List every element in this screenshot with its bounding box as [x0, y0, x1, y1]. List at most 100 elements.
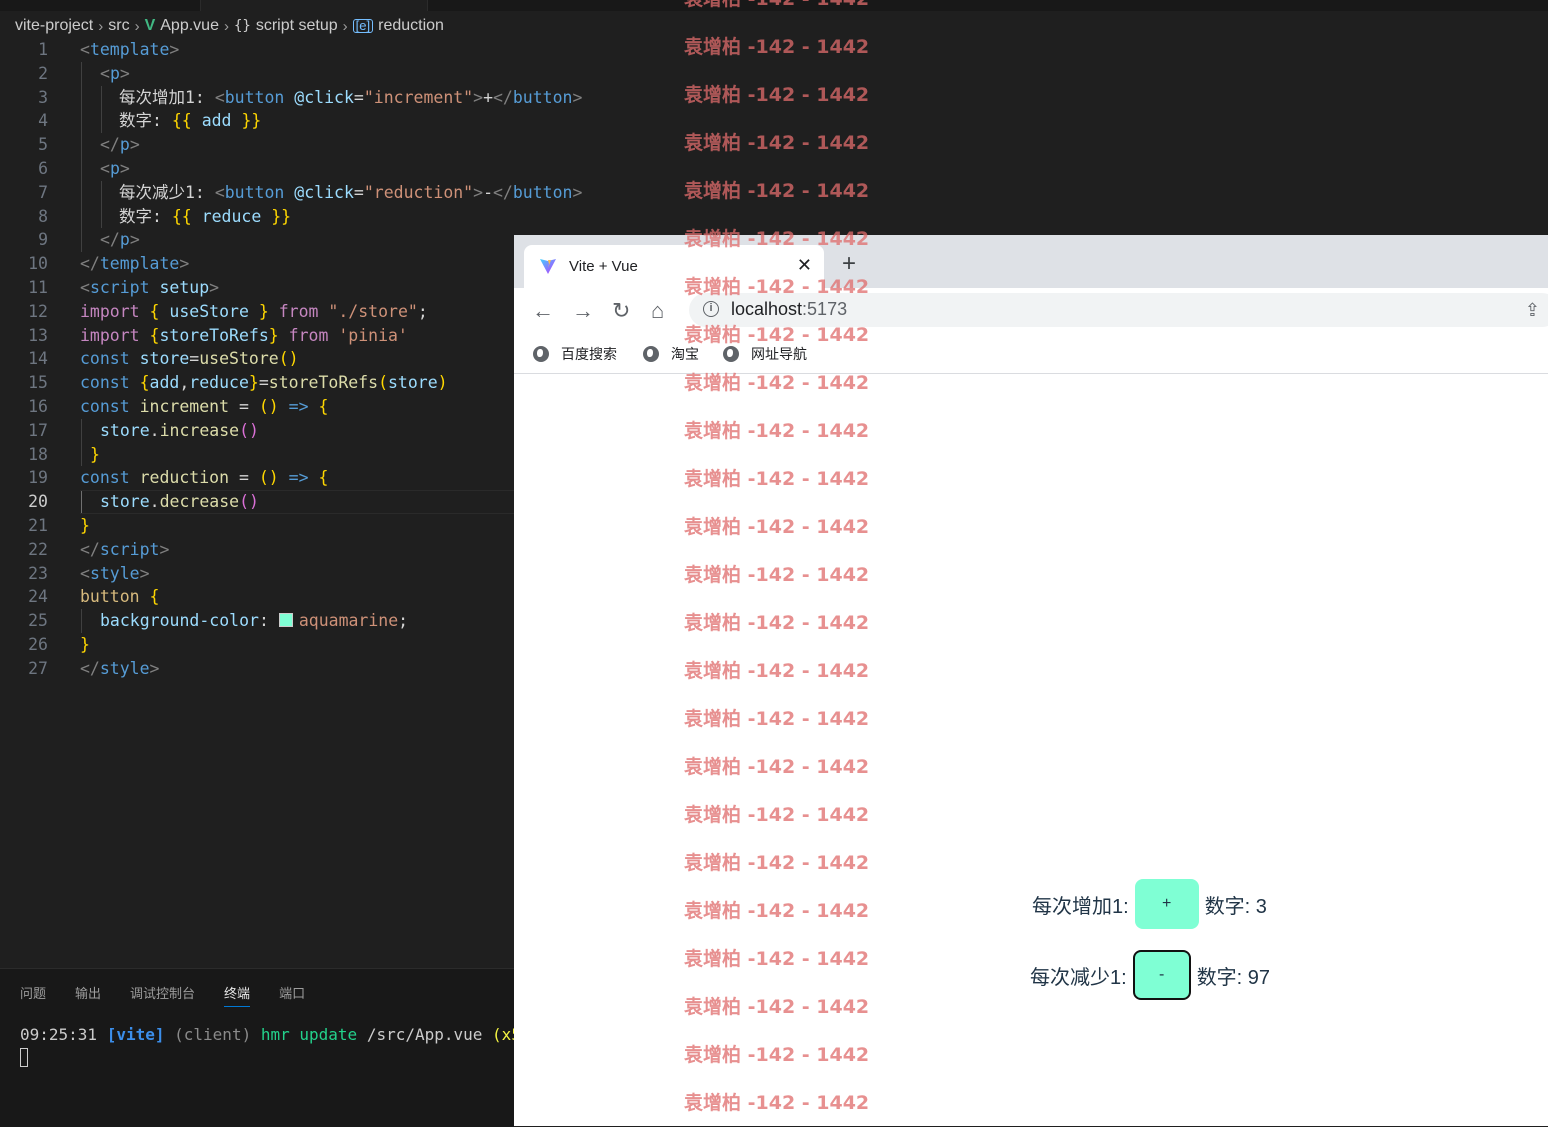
line-number: 9 — [38, 230, 48, 250]
code-line[interactable]: 19 const reduction = () => { — [0, 466, 514, 490]
code-line[interactable]: 14 const store=useStore() — [0, 347, 514, 371]
code-line[interactable]: 5 </p> — [0, 133, 514, 157]
code-line[interactable]: 2 <p> — [0, 61, 514, 86]
line-number: 2 — [38, 63, 48, 83]
reduction-row: 每次减少1: - 数字: 97 — [1030, 950, 1270, 1000]
line-number: 25 — [28, 611, 48, 631]
bookmark-item[interactable]: 百度搜索 — [533, 344, 617, 364]
line-number: 5 — [38, 135, 48, 155]
line-number: 18 — [28, 444, 48, 464]
browser-toolbar: ← → ↻ ⌂ i localhost:5173 ⇪ — [514, 288, 1548, 334]
panel-tabs: 问题 输出 调试控制台 终端 端口 — [0, 979, 314, 1007]
line-number: 3 — [38, 87, 48, 107]
code-line[interactable]: 11 <script setup> — [0, 276, 514, 300]
reduction-label: 每次减少1: — [1030, 966, 1127, 989]
bookmark-item[interactable]: 淘宝 — [643, 344, 699, 364]
variable-icon: [e] — [352, 19, 374, 33]
breadcrumb-item-symbol[interactable]: reduction — [378, 17, 444, 35]
code-line[interactable]: 23 <style> — [0, 562, 514, 586]
address-bar[interactable]: i localhost:5173 — [689, 293, 1548, 327]
code-line[interactable]: 15 const {add,reduce}=storeToRefs(store) — [0, 371, 514, 395]
share-icon[interactable]: ⇪ — [1525, 300, 1540, 321]
code-line[interactable]: 16 const increment = () => { — [0, 395, 514, 419]
code-line[interactable]: 8 数字: {{ reduce }} — [0, 204, 514, 229]
code-line[interactable]: 21} — [0, 514, 514, 538]
line-number: 20 — [28, 492, 48, 512]
color-swatch-icon[interactable] — [278, 613, 293, 628]
code-line[interactable]: 24 button { — [0, 585, 514, 609]
line-number: 21 — [28, 515, 48, 535]
code-line[interactable]: 22 </script> — [0, 538, 514, 562]
line-number: 27 — [28, 658, 48, 678]
breadcrumb-item-file[interactable]: App.vue — [160, 17, 219, 35]
line-number: 4 — [38, 111, 48, 131]
page-content: 每次增加1: + 数字: 3 每次减少1: - 数字: 97 — [514, 374, 1548, 1126]
url-text[interactable]: localhost:5173 — [731, 299, 847, 320]
code-line[interactable]: 25 background-color: aquamarine; — [0, 609, 514, 633]
braces-icon: {} — [233, 18, 251, 34]
line-number: 12 — [28, 301, 48, 321]
breadcrumb-item-project[interactable]: vite-project — [15, 17, 93, 35]
breadcrumb-item-script[interactable]: script setup — [256, 17, 338, 35]
home-icon[interactable]: ⌂ — [651, 298, 664, 324]
code-line[interactable]: 26} — [0, 633, 514, 657]
editor-tab[interactable] — [200, 0, 428, 11]
bookmark-item[interactable]: 网址导航 — [723, 344, 807, 364]
code-line[interactable]: 12 import { useStore } from "./store"; — [0, 300, 514, 324]
browser-tab-strip: Vite + Vue ✕ + — [514, 235, 1548, 288]
code-line[interactable]: 7 每次减少1: <button @click="reduction">-</bu… — [0, 180, 582, 205]
vue-icon: V — [144, 17, 156, 34]
code-line[interactable]: 6 <p> — [0, 156, 514, 181]
increment-label: 每次增加1: — [1032, 895, 1129, 918]
reload-icon[interactable]: ↻ — [612, 298, 630, 324]
tab-debug-console[interactable]: 调试控制台 — [130, 979, 195, 1007]
back-arrow-icon[interactable]: ← — [532, 298, 554, 324]
terminal-cursor — [20, 1048, 28, 1067]
breadcrumb: vite-project › src › V App.vue › {} scri… — [0, 12, 1548, 40]
code-area[interactable]: 1 <template> 2 <p> 3 每次增加1: <button @click=… — [0, 38, 582, 681]
code-line[interactable]: 27 </style> — [0, 657, 514, 681]
code-line[interactable]: 10 </template> — [0, 252, 514, 276]
browser-window: Vite + Vue ✕ + ← → ↻ ⌂ i localhost:5173 … — [514, 235, 1548, 1126]
editor-tab-strip — [0, 0, 1548, 11]
breadcrumb-item-src[interactable]: src — [108, 17, 129, 35]
tab-output[interactable]: 输出 — [75, 979, 101, 1007]
new-tab-button[interactable]: + — [842, 252, 856, 276]
globe-icon — [643, 346, 659, 362]
reduce-value: 数字: 97 — [1196, 966, 1271, 989]
code-line[interactable]: 4 数字: {{ add }} — [0, 109, 514, 134]
line-number: 16 — [28, 396, 48, 416]
line-number: 1 — [38, 40, 48, 59]
code-line[interactable]: 13 import {storeToRefs} from 'pinia' — [0, 324, 514, 348]
line-number: 8 — [38, 206, 48, 226]
tab-ports[interactable]: 端口 — [279, 979, 305, 1007]
code-line[interactable]: 9 </p> — [0, 228, 514, 253]
line-number: 14 — [28, 349, 48, 369]
code-line[interactable]: 17 store.increase() — [0, 418, 514, 443]
forward-arrow-icon[interactable]: → — [572, 298, 594, 324]
reduction-button[interactable]: - — [1132, 950, 1191, 1000]
code-line-active[interactable]: 20 store.decrease() — [0, 490, 514, 514]
line-number: 22 — [28, 539, 48, 559]
code-line[interactable]: 18} — [0, 442, 514, 467]
tab-terminal[interactable]: 终端 — [224, 979, 251, 1007]
tab-problems[interactable]: 问题 — [20, 979, 46, 1007]
info-icon[interactable]: i — [703, 301, 719, 317]
close-icon[interactable]: ✕ — [797, 255, 812, 276]
globe-icon — [723, 346, 739, 362]
chevron-right-icon: › — [98, 17, 104, 35]
add-value: 数字: 3 — [1204, 895, 1267, 918]
line-number: 17 — [28, 420, 48, 440]
browser-tab[interactable]: Vite + Vue ✕ — [524, 245, 824, 288]
increment-button[interactable]: + — [1134, 879, 1199, 929]
code-line[interactable]: 1 <template> — [0, 38, 514, 62]
line-number: 7 — [38, 182, 48, 202]
code-line[interactable]: 3 每次增加1: <button @click="increment">+</bu… — [0, 85, 582, 110]
line-number: 11 — [28, 277, 48, 297]
line-number: 19 — [28, 468, 48, 488]
tab-title: Vite + Vue — [569, 258, 638, 275]
terminal-output[interactable]: 09:25:31 [vite] (client) hmr update /src… — [20, 1025, 531, 1044]
globe-icon — [533, 346, 549, 362]
line-number: 10 — [28, 254, 48, 274]
chevron-right-icon: › — [223, 17, 229, 35]
